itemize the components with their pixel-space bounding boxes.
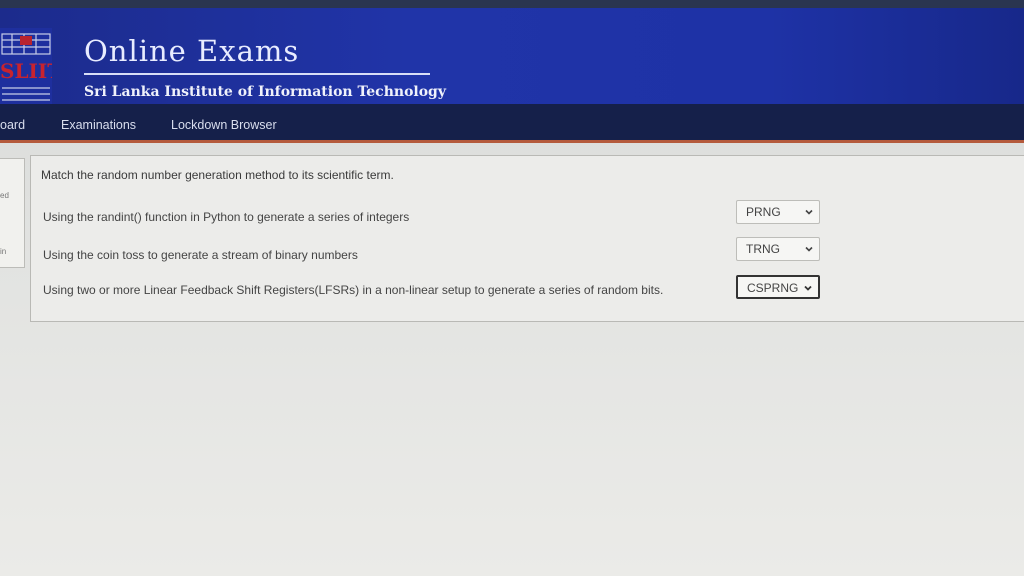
question-nav-fragment: in [0, 247, 7, 256]
question-nav-fragment: ed [0, 191, 9, 200]
chevron-down-icon [805, 246, 813, 252]
select-value: CSPRNG [747, 281, 799, 295]
title-underline [84, 73, 430, 75]
match-select-1[interactable]: PRNG [736, 200, 820, 224]
match-select-3[interactable]: CSPRNG [736, 275, 820, 299]
question-card: Match the random number generation metho… [30, 155, 1024, 322]
chevron-down-icon [805, 209, 813, 215]
match-item-text: Using two or more Linear Feedback Shift … [43, 283, 664, 297]
main-nav: oard Examinations Lockdown Browser [0, 104, 1024, 140]
site-title: Online Exams [84, 34, 300, 68]
question-nav-panel: ed in [0, 158, 25, 268]
select-value: TRNG [746, 242, 780, 256]
match-item-text: Using the coin toss to generate a stream… [43, 248, 358, 262]
match-item-text: Using the randint() function in Python t… [43, 210, 410, 224]
nav-item-dashboard[interactable]: oard [0, 118, 25, 132]
select-value: PRNG [746, 205, 781, 219]
chevron-down-icon [804, 285, 812, 291]
window-top-strip [0, 0, 1024, 8]
question-prompt: Match the random number generation metho… [41, 168, 394, 182]
nav-item-lockdown-browser[interactable]: Lockdown Browser [171, 118, 277, 132]
logo-text: SLIIT [0, 59, 52, 83]
site-header: SLIIT Online Exams Sri Lanka Institute o… [0, 8, 1024, 106]
match-select-2[interactable]: TRNG [736, 237, 820, 261]
nav-item-examinations[interactable]: Examinations [61, 118, 136, 132]
nav-accent-line [0, 140, 1024, 143]
sliit-logo: SLIIT [0, 28, 52, 106]
site-subtitle: Sri Lanka Institute of Information Techn… [84, 84, 446, 100]
